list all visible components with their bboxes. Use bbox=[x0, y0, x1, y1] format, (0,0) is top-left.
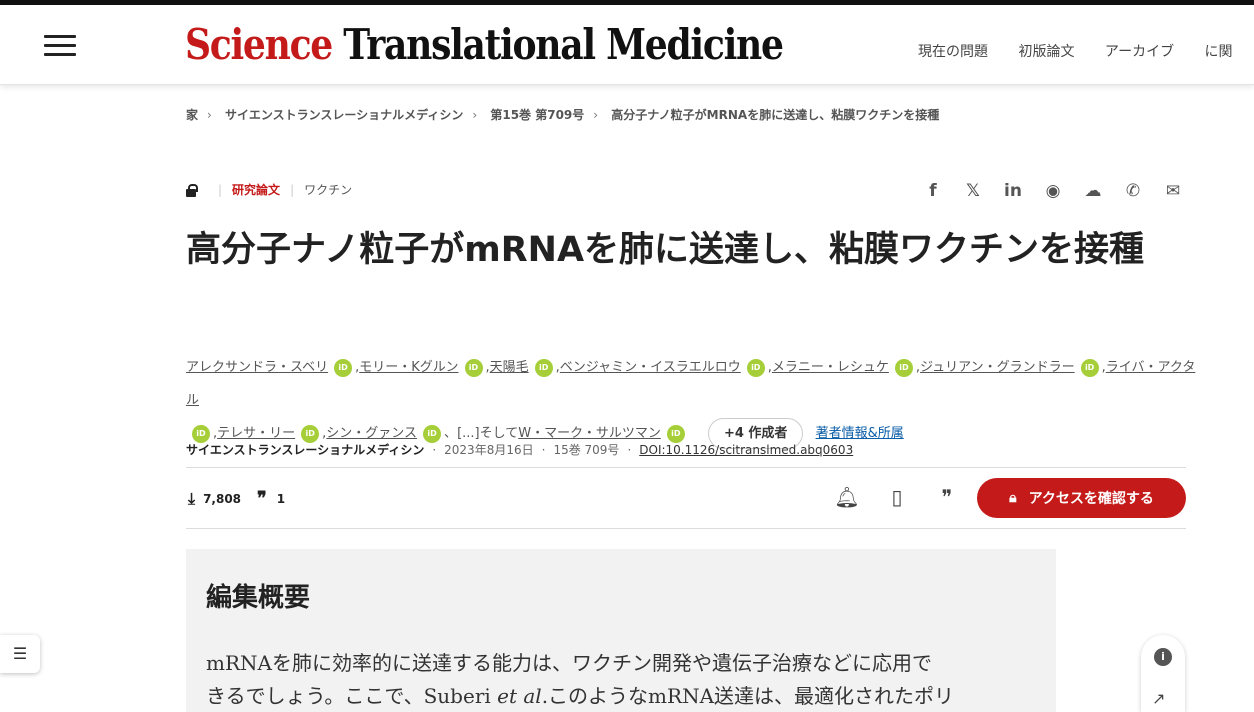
whatsapp-icon[interactable]: ✆ bbox=[1120, 180, 1146, 202]
article-meta: | 研究論文 | ワクチン bbox=[186, 181, 352, 198]
dot-separator: · bbox=[432, 443, 437, 457]
orcid-icon[interactable]: iD bbox=[894, 358, 913, 377]
wechat-icon[interactable]: ☁ bbox=[1080, 180, 1106, 202]
reddit-icon[interactable]: ◉ bbox=[1040, 180, 1066, 202]
orcid-icon[interactable]: iD bbox=[1080, 358, 1099, 377]
divider bbox=[186, 528, 1186, 529]
menu-icon[interactable] bbox=[44, 35, 76, 57]
affiliations-link[interactable]: 著者情報&所属 bbox=[816, 426, 904, 441]
quote-icon: ❞ bbox=[257, 488, 267, 509]
author-link[interactable]: ジュリアン・グランドラー bbox=[920, 360, 1075, 375]
article-metrics: ⤓ 7,808 ❞ 1 bbox=[188, 488, 285, 509]
issue-info[interactable]: 15巻 709号 bbox=[553, 443, 619, 457]
nav-current-issue[interactable]: 現在の問題 bbox=[918, 44, 988, 60]
editor-summary-text: mRNAを肺に効率的に送達する能力は、ワクチン開発や遺伝子治療などに応用で きるで… bbox=[206, 651, 955, 708]
breadcrumb-journal[interactable]: サイエンストランスレーショナルメディシン bbox=[225, 108, 463, 122]
cite-icon[interactable]: ❞ bbox=[934, 484, 960, 510]
article-subject[interactable]: ワクチン bbox=[304, 181, 352, 198]
citation-count[interactable]: 1 bbox=[277, 492, 285, 506]
site-header: Science Translational Medicine 現在の問題 初版論… bbox=[0, 5, 1254, 85]
orcid-icon[interactable]: iD bbox=[534, 358, 553, 377]
orcid-icon[interactable]: iD bbox=[301, 424, 320, 443]
toc-icon[interactable]: ☰ bbox=[0, 635, 40, 673]
journal-name[interactable]: サイエンストランスレーショナルメディシン bbox=[186, 443, 424, 457]
top-nav: 現在の問題 初版論文 アーカイブ に関 bbox=[918, 41, 1254, 61]
author-link[interactable]: ベンジャミン・イスラエルロウ bbox=[560, 360, 741, 375]
x-icon[interactable]: 𝕏 bbox=[960, 180, 986, 202]
info-icon[interactable]: i bbox=[1154, 648, 1172, 666]
site-logo[interactable]: Science Translational Medicine bbox=[185, 18, 784, 72]
nav-archive[interactable]: アーカイブ bbox=[1105, 44, 1174, 60]
email-icon[interactable]: ✉ bbox=[1160, 180, 1186, 202]
bell-icon[interactable]: 🔔︎ bbox=[834, 484, 860, 510]
divider bbox=[186, 467, 1186, 468]
check-access-label: アクセスを確認する bbox=[1028, 491, 1154, 507]
divider: | bbox=[218, 182, 223, 197]
facebook-icon[interactable]: f bbox=[920, 180, 946, 202]
nav-about[interactable]: に関 bbox=[1205, 44, 1233, 60]
dot-separator: · bbox=[541, 443, 546, 457]
chevron-right-icon: › bbox=[472, 108, 478, 122]
check-access-button[interactable]: 🔒︎ アクセスを確認する bbox=[977, 478, 1186, 518]
orcid-icon[interactable]: iD bbox=[464, 358, 483, 377]
editor-summary-heading: 編集概要 bbox=[206, 583, 311, 613]
editor-summary: 編集概要 mRNAを肺に効率的に送達する能力は、ワクチン開発や遺伝子治療などに応… bbox=[186, 549, 1056, 712]
article-actions: 🔔︎ ▯ ❞ bbox=[834, 484, 960, 510]
bookmark-icon[interactable]: ▯ bbox=[884, 484, 910, 510]
orcid-icon[interactable]: iD bbox=[746, 358, 765, 377]
author-link[interactable]: シン・グァンス bbox=[326, 426, 417, 441]
author-list: アレクサンドラ・スベリ iD ,モリー・Kグルン iD ,天陽毛 iD ,ベンジャミン・イス… bbox=[186, 351, 1196, 450]
trend-icon[interactable]: ↗ bbox=[1152, 689, 1165, 708]
download-count: 7,808 bbox=[203, 491, 242, 506]
orcid-icon[interactable]: iD bbox=[334, 358, 353, 377]
chevron-right-icon: › bbox=[207, 108, 212, 122]
article-type: 研究論文 bbox=[232, 183, 281, 197]
share-bar: f 𝕏 in ◉ ☁ ✆ ✉ bbox=[920, 180, 1186, 202]
breadcrumb-home[interactable]: 家 bbox=[186, 108, 198, 122]
author-link[interactable]: モリー・Kグルン bbox=[359, 360, 458, 375]
doi-link[interactable]: DOI:10.1126/scitranslmed.abq0603 bbox=[639, 443, 853, 457]
publication-date: 2023年8月16日 bbox=[444, 443, 534, 457]
orcid-icon[interactable]: iD bbox=[423, 424, 442, 443]
lock-icon: 🔒︎ bbox=[1009, 490, 1017, 506]
author-link[interactable]: アレクサンドラ・スベリ bbox=[186, 360, 328, 375]
author-link[interactable]: メラニー・レシュケ bbox=[772, 360, 889, 375]
author-link[interactable]: テレサ・リー bbox=[217, 426, 295, 441]
orcid-icon[interactable]: iD bbox=[192, 424, 210, 443]
article-title: 高分子ナノ粒子がmRNAを肺に送達し、粘膜ワクチンを接種 bbox=[186, 230, 1145, 270]
author-link[interactable]: 天陽毛 bbox=[490, 360, 529, 375]
orcid-icon[interactable]: iD bbox=[666, 424, 685, 443]
dot-separator: · bbox=[627, 443, 632, 457]
chevron-right-icon: › bbox=[593, 108, 599, 122]
breadcrumb-current: 高分子ナノ粒子がMRNAを肺に送達し、粘膜ワクチンを接種 bbox=[611, 108, 940, 122]
side-tools: i ↗ bbox=[1141, 635, 1185, 712]
authors-ellipsis: [...]そして bbox=[457, 426, 519, 441]
linkedin-icon[interactable]: in bbox=[1000, 180, 1026, 202]
breadcrumb-issue[interactable]: 第15巻 第709号 bbox=[490, 108, 584, 122]
nav-first-release[interactable]: 初版論文 bbox=[1018, 44, 1074, 60]
divider: | bbox=[290, 182, 295, 197]
download-icon: ⤓ bbox=[188, 488, 196, 508]
lock-icon bbox=[186, 183, 198, 197]
publication-line: サイエンストランスレーショナルメディシン · 2023年8月16日 · 15巻 709号… bbox=[186, 441, 853, 458]
breadcrumb: 家 › サイエンストランスレーショナルメディシン › 第15巻 第709号 › 高分子… bbox=[186, 106, 939, 123]
author-link[interactable]: W・マーク・サルツマン bbox=[518, 426, 661, 441]
